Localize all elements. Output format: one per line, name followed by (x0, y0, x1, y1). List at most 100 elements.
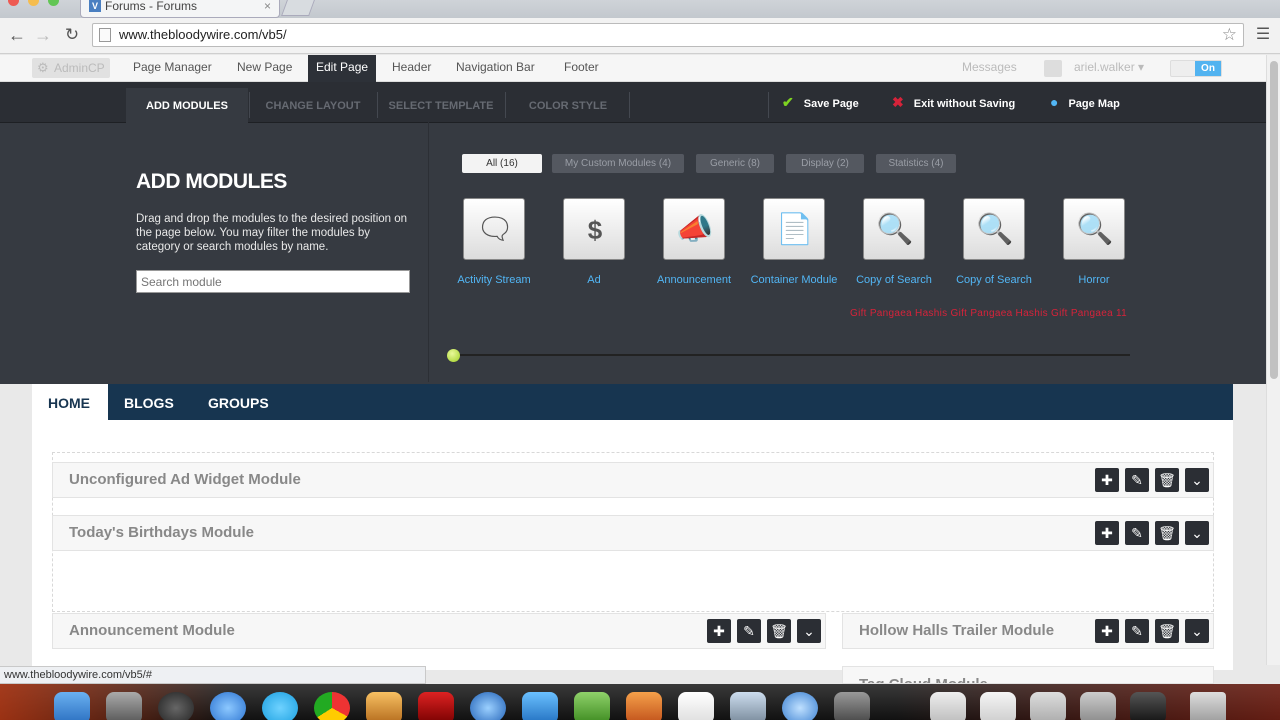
chrome-icon[interactable] (314, 692, 350, 720)
chevron-down-icon[interactable]: ⌄ (1185, 521, 1209, 545)
move-icon[interactable]: ✚ (1095, 468, 1119, 492)
document-icon[interactable] (930, 692, 966, 720)
nav-tab-home[interactable]: HOME (32, 384, 108, 420)
trash-icon[interactable]: 🗑 (767, 619, 791, 643)
module-title: Unconfigured Ad Widget Module (69, 471, 301, 488)
module-horror[interactable]: 🔍 Horror (1044, 198, 1144, 286)
search-module-input[interactable] (136, 270, 410, 293)
trash-icon[interactable]: 🗑 (1155, 468, 1179, 492)
edit-mode-toggle[interactable]: On (1170, 60, 1222, 77)
back-arrow-icon[interactable]: ← (6, 24, 28, 46)
user-menu[interactable]: ariel.walker ▾ (1066, 55, 1152, 82)
folder-icon[interactable] (1080, 692, 1116, 720)
bookmark-star-icon[interactable]: ☆ (1222, 24, 1237, 46)
checkmark-icon: ✔ (782, 94, 794, 110)
new-tab-button[interactable] (281, 0, 315, 16)
edit-pencil-icon[interactable]: ✎ (1125, 521, 1149, 545)
dashboard-icon[interactable] (158, 692, 194, 720)
nav-tab-groups[interactable]: GROUPS (192, 384, 285, 420)
photo-booth-icon[interactable] (418, 692, 454, 720)
chevron-down-icon[interactable]: ⌄ (1185, 619, 1209, 643)
trash-can-icon[interactable] (1190, 692, 1226, 720)
page-manager-link[interactable]: Page Manager (125, 55, 220, 82)
zoom-window-button[interactable] (48, 0, 59, 6)
save-page-button[interactable]: ✔ Save Page (782, 82, 859, 123)
divider (249, 92, 250, 118)
menu-icon[interactable]: ☰ (1252, 24, 1274, 46)
new-page-link[interactable]: New Page (229, 55, 300, 82)
module-title: Tag Cloud Module (859, 667, 988, 683)
edit-pencil-icon[interactable]: ✎ (1125, 619, 1149, 643)
move-icon[interactable]: ✚ (1095, 521, 1119, 545)
page-scrollbar[interactable] (1266, 55, 1280, 665)
edit-pencil-icon[interactable]: ✎ (1125, 468, 1149, 492)
module-tile: 📄 (763, 198, 825, 260)
trash-icon[interactable]: 🗑 (1155, 619, 1179, 643)
rss-icon[interactable] (626, 692, 662, 720)
folder-icon[interactable] (1030, 692, 1066, 720)
filter-statistics[interactable]: Statistics (4) (876, 154, 956, 173)
tab-select-template[interactable]: SELECT TEMPLATE (380, 88, 502, 123)
footer-link[interactable]: Footer (556, 55, 607, 82)
filter-display[interactable]: Display (2) (786, 154, 864, 173)
page-icon (99, 28, 111, 42)
itunes-icon[interactable] (470, 692, 506, 720)
page-module[interactable]: Announcement Module ✚ ✎ 🗑 ⌄ (52, 613, 826, 649)
facetime-icon[interactable] (574, 692, 610, 720)
megaphone-icon: 📣 (676, 213, 714, 246)
chevron-down-icon[interactable]: ⌄ (797, 619, 821, 643)
module-scroll-handle[interactable] (447, 349, 460, 362)
chevron-down-icon[interactable]: ⌄ (1185, 468, 1209, 492)
header-link[interactable]: Header (384, 55, 439, 82)
admincp-button[interactable]: ⚙ AdminCP (32, 58, 110, 78)
minimize-window-button[interactable] (28, 0, 39, 6)
tab-close-icon[interactable]: × (264, 0, 271, 13)
messages-link[interactable]: Messages (954, 55, 1025, 82)
page-module[interactable]: Hollow Halls Trailer Module ✚ ✎ 🗑 ⌄ (842, 613, 1214, 649)
module-container[interactable]: 📄 Container Module (744, 198, 844, 286)
move-icon[interactable]: ✚ (1095, 619, 1119, 643)
edit-page-link[interactable]: Edit Page (308, 55, 377, 82)
address-bar[interactable]: www.thebloodywire.com/vb5/ ☆ (92, 23, 1244, 47)
iphoto-icon[interactable] (366, 692, 402, 720)
module-copy-of-search-2[interactable]: 🔍 Copy of Search (944, 198, 1044, 286)
filter-all[interactable]: All (16) (462, 154, 542, 173)
forward-arrow-icon[interactable]: → (32, 24, 54, 46)
close-window-button[interactable] (8, 0, 19, 6)
imovie-icon[interactable] (834, 692, 870, 720)
module-announcement[interactable]: 📣 Announcement (644, 198, 744, 286)
navigation-bar-link[interactable]: Navigation Bar (448, 55, 543, 82)
edit-pencil-icon[interactable]: ✎ (737, 619, 761, 643)
finder-icon[interactable] (54, 692, 90, 720)
page-map-button[interactable]: ● Page Map (1050, 82, 1120, 123)
browser-tab[interactable]: V Forums - Forums × (80, 0, 280, 18)
module-label: Activity Stream (457, 274, 531, 286)
trash-icon[interactable]: 🗑 (1155, 521, 1179, 545)
filter-my-custom-modules[interactable]: My Custom Modules (4) (552, 154, 684, 173)
skype-icon[interactable] (262, 692, 298, 720)
safari-icon[interactable] (782, 692, 818, 720)
document-icon[interactable] (980, 692, 1016, 720)
scrollbar-thumb[interactable] (1270, 61, 1278, 379)
calendar-icon[interactable] (678, 692, 714, 720)
page-module[interactable]: Today's Birthdays Module ✚ ✎ 🗑 ⌄ (52, 515, 1214, 551)
module-ad[interactable]: $ Ad (544, 198, 644, 286)
filter-generic[interactable]: Generic (8) (696, 154, 774, 173)
page-module[interactable]: Tag Cloud Module (842, 666, 1214, 684)
folder-icon[interactable] (1130, 692, 1166, 720)
tab-add-modules[interactable]: ADD MODULES (126, 88, 248, 123)
exit-without-saving-button[interactable]: ✖ Exit without Saving (892, 82, 1015, 123)
module-copy-of-search[interactable]: 🔍 Copy of Search (844, 198, 944, 286)
app-store-icon[interactable] (210, 692, 246, 720)
move-icon[interactable]: ✚ (707, 619, 731, 643)
preview-icon[interactable] (730, 692, 766, 720)
module-activity-stream[interactable]: 🗨 Activity Stream (444, 198, 544, 286)
tab-color-style[interactable]: COLOR STYLE (508, 88, 628, 123)
system-preferences-icon[interactable] (106, 692, 142, 720)
nav-tab-blogs[interactable]: BLOGS (108, 384, 190, 420)
page-module[interactable]: Unconfigured Ad Widget Module ✚ ✎ 🗑 ⌄ (52, 462, 1214, 498)
mail-icon[interactable] (522, 692, 558, 720)
reload-icon[interactable]: ↻ (61, 24, 83, 46)
module-scroll-track[interactable] (454, 354, 1130, 356)
tab-change-layout[interactable]: CHANGE LAYOUT (252, 88, 374, 123)
